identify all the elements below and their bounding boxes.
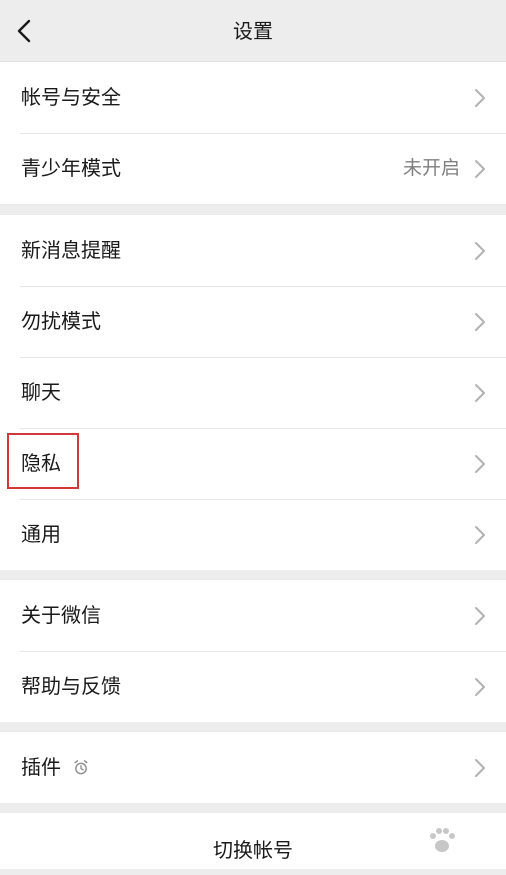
chevron-right-icon [475,607,485,625]
settings-item-label: 关于微信 [21,603,101,627]
navigation-bar: 设置 [0,0,506,62]
chevron-right-icon [475,526,485,544]
settings-item-help-feedback[interactable]: 帮助与反馈 [0,651,506,722]
settings-item-label: 青少年模式 [21,156,121,180]
watermark-paw-icon [430,828,455,852]
chevron-right-icon [475,759,485,777]
settings-item-label: 帐号与安全 [21,85,121,109]
settings-item-label: 聊天 [21,380,61,404]
settings-item-label: 插件 [21,755,61,779]
settings-item-chat[interactable]: 聊天 [0,357,506,428]
alarm-clock-icon [74,760,88,775]
settings-group-general: 新消息提醒 勿扰模式 聊天 隐私 通用 [0,215,506,570]
teen-mode-status: 未开启 [402,157,460,179]
chevron-right-icon [475,313,485,331]
chevron-right-icon [475,160,485,178]
settings-item-about-wechat[interactable]: 关于微信 [0,580,506,651]
chevron-right-icon [475,384,485,402]
chevron-right-icon [475,89,485,107]
settings-item-teen-mode[interactable]: 青少年模式 未开启 [0,133,506,204]
settings-item-account-security[interactable]: 帐号与安全 [0,62,506,133]
settings-item-general[interactable]: 通用 [0,499,506,570]
settings-group-plugins: 插件 [0,732,506,803]
settings-group-about: 关于微信 帮助与反馈 [0,580,506,722]
highlight-annotation [7,433,79,489]
chevron-right-icon [475,242,485,260]
chevron-right-icon [475,455,485,473]
settings-item-do-not-disturb[interactable]: 勿扰模式 [0,286,506,357]
settings-item-label: 帮助与反馈 [21,674,121,698]
settings-group-account: 帐号与安全 青少年模式 未开启 [0,62,506,204]
settings-item-new-message-notification[interactable]: 新消息提醒 [0,215,506,286]
page-title: 设置 [233,19,273,43]
settings-item-label: 通用 [21,522,61,546]
chevron-right-icon [475,678,485,696]
settings-item-label: 勿扰模式 [21,309,101,333]
settings-item-label: 新消息提醒 [21,238,121,262]
settings-item-plugins[interactable]: 插件 [0,732,506,803]
